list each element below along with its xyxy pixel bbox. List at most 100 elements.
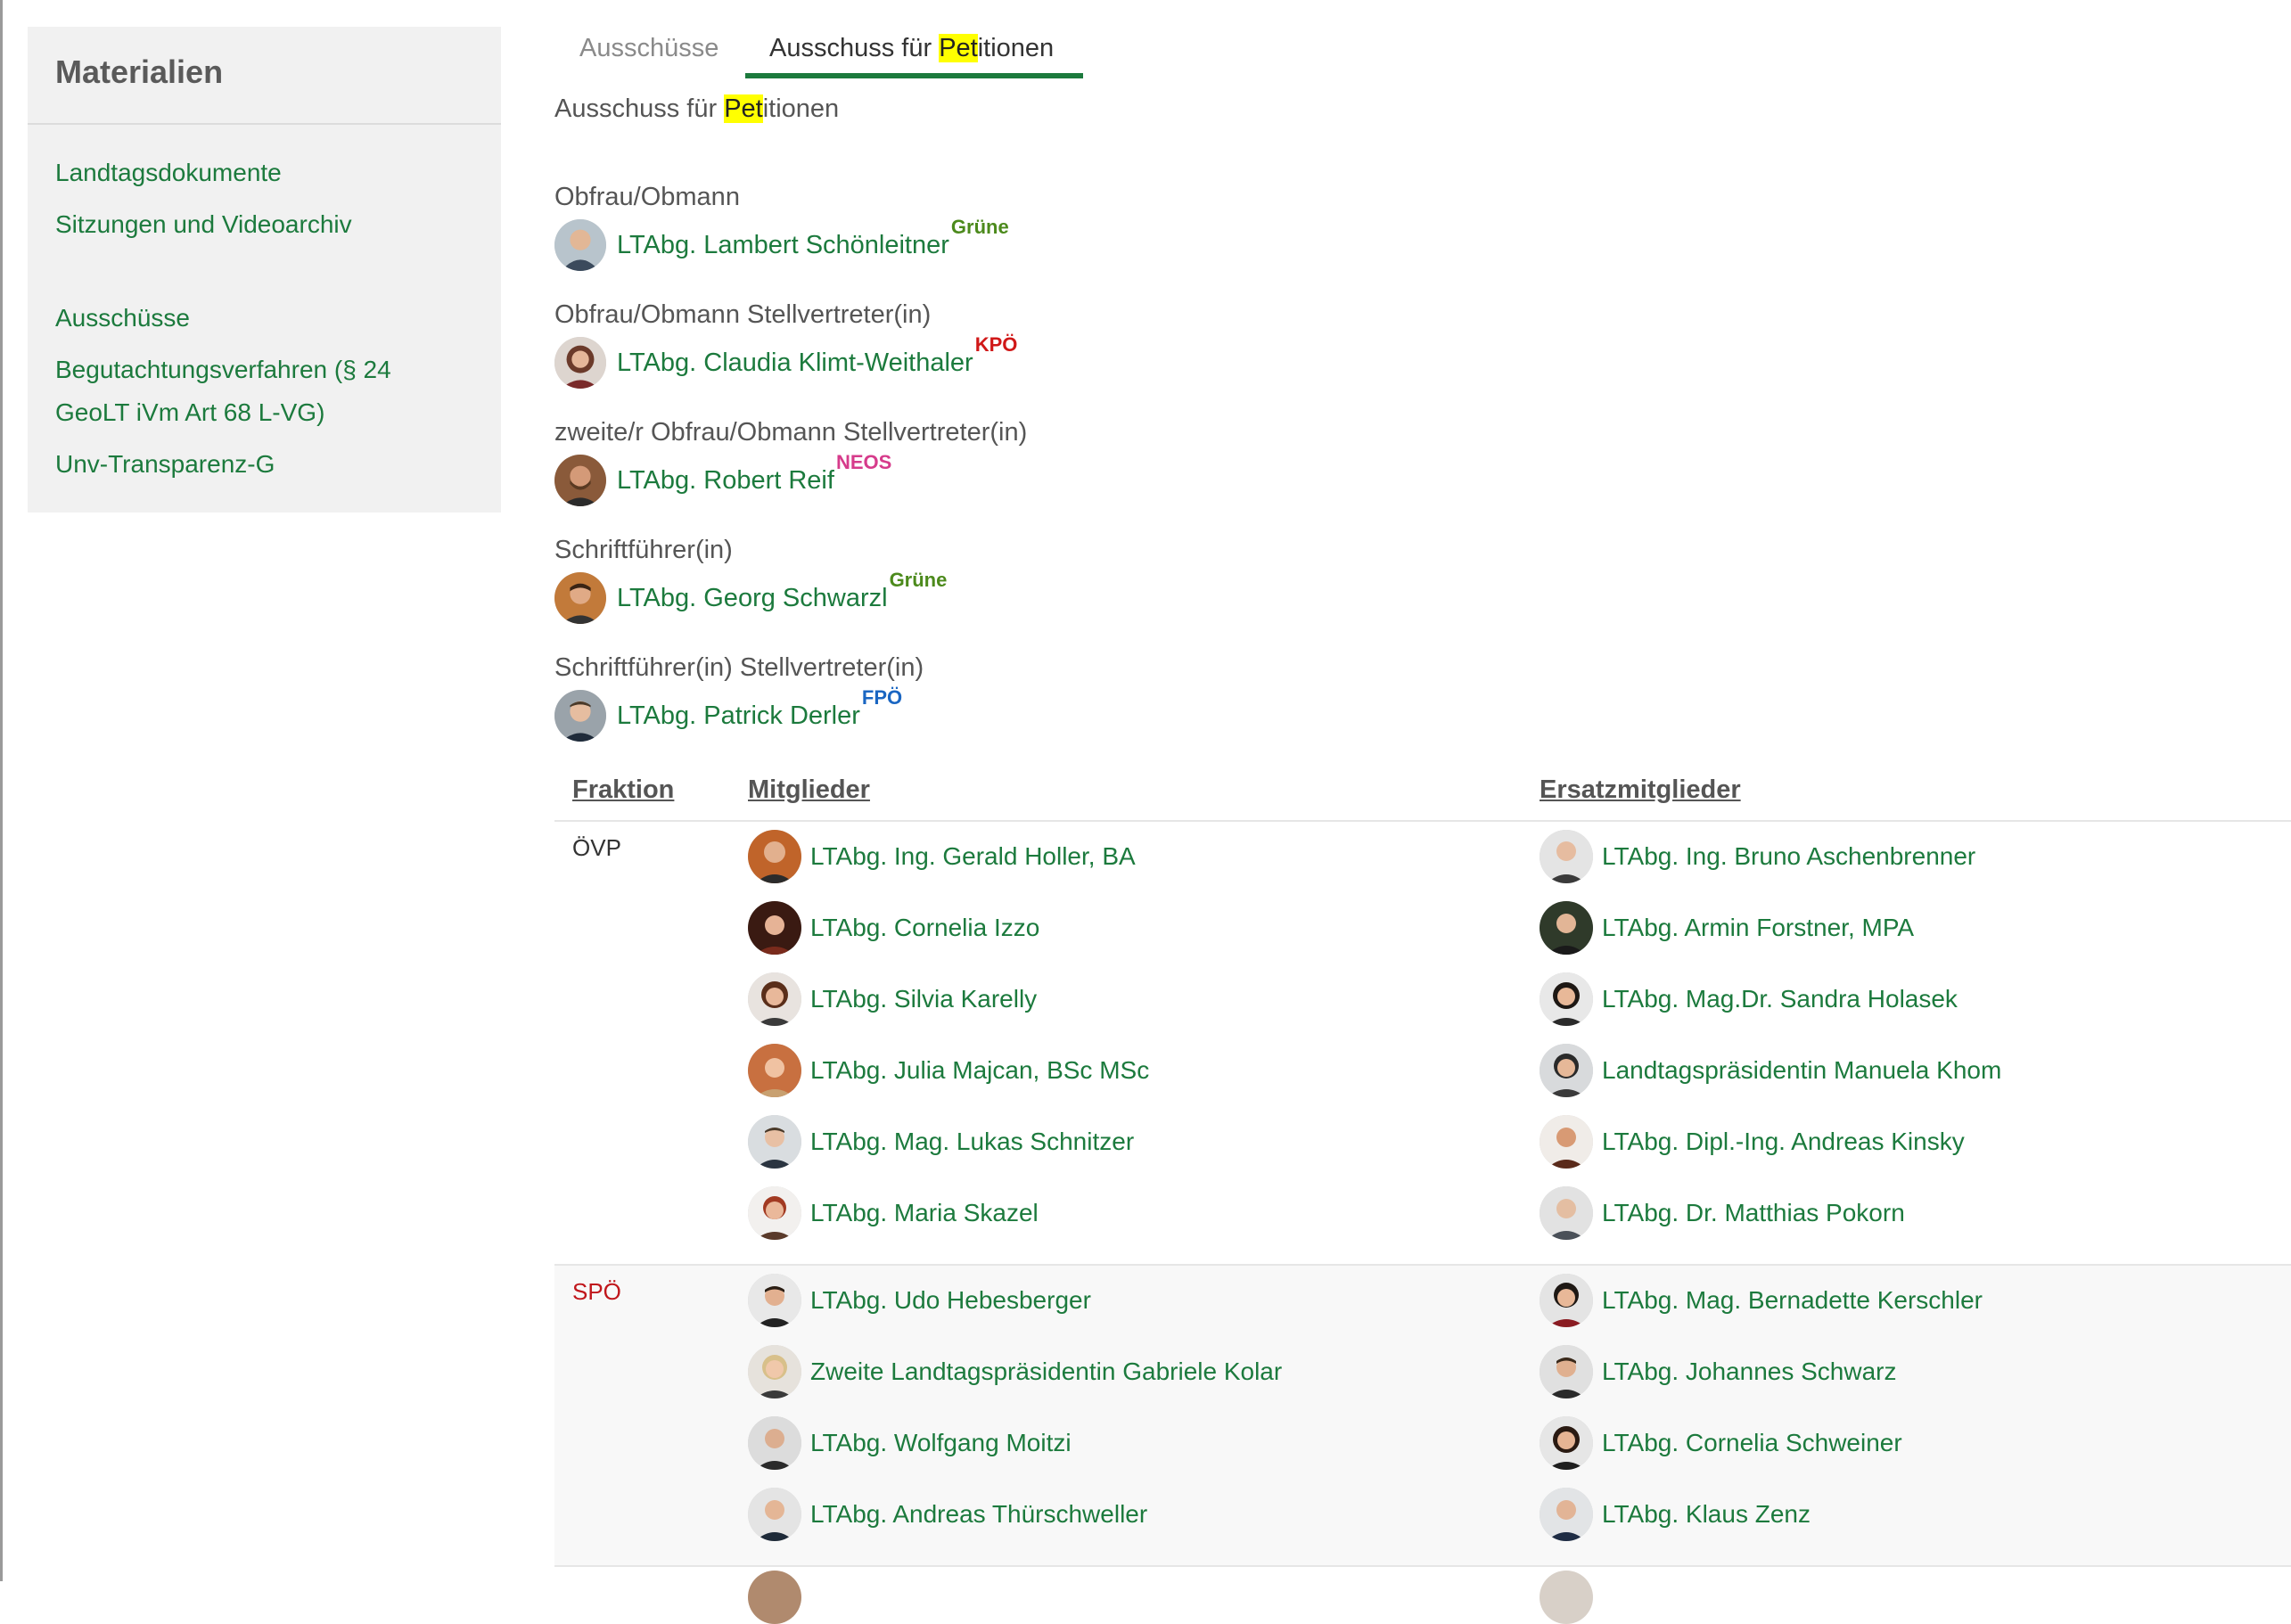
title-suffix: itionen — [762, 94, 840, 123]
member-row[interactable]: LTAbg. Mag.Dr. Sandra Holasek — [1540, 972, 1958, 1027]
official-name[interactable]: LTAbg. Lambert Schönleitner — [617, 231, 949, 260]
avatar — [748, 830, 801, 883]
sidebar-link-begutachtung[interactable]: Begutachtungsverfahren (§ 24 — [55, 349, 391, 391]
avatar — [554, 219, 606, 271]
avatar — [554, 690, 606, 742]
member-row[interactable]: LTAbg. Mag. Lukas Schnitzer — [748, 1114, 1134, 1169]
column-header-ersatzmitglieder[interactable]: Ersatzmitglieder — [1540, 775, 1741, 805]
member-row[interactable]: LTAbg. Dr. Matthias Pokorn — [1540, 1185, 1905, 1241]
avatar — [748, 1274, 801, 1327]
avatar — [1540, 1274, 1593, 1327]
official-name[interactable]: LTAbg. Patrick Derler — [617, 701, 860, 731]
member-row[interactable]: LTAbg. Klaus Zenz — [1540, 1487, 1811, 1542]
member-name[interactable]: LTAbg. Mag.Dr. Sandra Holasek — [1602, 985, 1958, 1013]
sidebar-link-landtagsdokumente[interactable]: Landtagsdokumente — [55, 152, 282, 194]
member-row[interactable]: LTAbg. Cornelia Schweiner — [1540, 1415, 1902, 1471]
tab-ausschuss-petitionen[interactable]: Ausschuss für Petitionen — [769, 34, 1054, 63]
faction-label: ÖVP — [572, 834, 621, 861]
member-name[interactable]: LTAbg. Ing. Bruno Aschenbrenner — [1602, 842, 1975, 871]
member-name[interactable]: LTAbg. Mag. Lukas Schnitzer — [810, 1128, 1134, 1156]
table-header-divider — [554, 820, 2291, 822]
member-name[interactable]: LTAbg. Silvia Karelly — [810, 985, 1037, 1013]
avatar — [1540, 901, 1593, 955]
avatar — [1540, 1044, 1593, 1097]
member-name[interactable]: LTAbg. Maria Skazel — [810, 1199, 1039, 1227]
avatar — [748, 1345, 801, 1398]
sidebar-link-begutachtung-cont[interactable]: GeoLT iVm Art 68 L-VG) — [55, 391, 324, 434]
official-obmann-stv[interactable]: LTAbg. Claudia Klimt-Weithaler KPÖ — [554, 333, 1018, 390]
member-name[interactable]: LTAbg. Cornelia Schweiner — [1602, 1429, 1902, 1457]
avatar — [748, 1416, 801, 1470]
member-name[interactable]: Landtagspräsidentin Manuela Khom — [1602, 1056, 2001, 1085]
avatar — [1540, 972, 1593, 1026]
member-name[interactable]: Zweite Landtagspräsidentin Gabriele Kola… — [810, 1357, 1282, 1386]
role-label-obmann: Obfrau/Obmann — [554, 183, 740, 211]
member-row[interactable]: Zweite Landtagspräsidentin Gabriele Kola… — [748, 1344, 1282, 1399]
member-name[interactable]: LTAbg. Udo Hebesberger — [810, 1286, 1091, 1315]
tab-label-suffix: itionen — [977, 34, 1055, 62]
member-name[interactable]: LTAbg. Wolfgang Moitzi — [810, 1429, 1072, 1457]
member-row[interactable]: LTAbg. Mag. Bernadette Kerschler — [1540, 1273, 1983, 1328]
member-name[interactable]: LTAbg. Cornelia Izzo — [810, 914, 1039, 942]
avatar — [1540, 1488, 1593, 1541]
member-row[interactable]: LTAbg. Dipl.-Ing. Andreas Kinsky — [1540, 1114, 1965, 1169]
member-name[interactable]: LTAbg. Armin Forstner, MPA — [1602, 914, 1914, 942]
official-obmann[interactable]: LTAbg. Lambert Schönleitner Grüne — [554, 216, 1009, 273]
search-highlight: Pet — [724, 94, 763, 123]
member-row[interactable]: LTAbg. Silvia Karelly — [748, 972, 1037, 1027]
title-prefix: Ausschuss für — [554, 94, 725, 123]
member-row[interactable]: LTAbg. Andreas Thürschweller — [748, 1487, 1147, 1542]
member-row[interactable]: LTAbg. Ing. Gerald Holler, BA — [748, 829, 1136, 884]
avatar — [1540, 830, 1593, 883]
faction-label: SPÖ — [572, 1278, 621, 1305]
sidebar-title: Materialien — [55, 53, 224, 90]
sidebar-link-ausschuesse[interactable]: Ausschüsse — [55, 297, 190, 340]
member-row[interactable]: LTAbg. Julia Majcan, BSc MSc — [748, 1043, 1149, 1098]
member-row[interactable]: LTAbg. Armin Forstner, MPA — [1540, 900, 1914, 956]
member-name[interactable]: LTAbg. Julia Majcan, BSc MSc — [810, 1056, 1149, 1085]
member-name[interactable]: LTAbg. Ing. Gerald Holler, BA — [810, 842, 1136, 871]
member-name[interactable]: LTAbg. Mag. Bernadette Kerschler — [1602, 1286, 1983, 1315]
member-row[interactable]: LTAbg. Udo Hebesberger — [748, 1273, 1091, 1328]
avatar — [1540, 1571, 1593, 1624]
tab-ausschuesse[interactable]: Ausschüsse — [579, 34, 719, 63]
active-tab-indicator — [745, 73, 1083, 78]
party-badge: KPÖ — [974, 333, 1018, 356]
member-row[interactable]: LTAbg. Johannes Schwarz — [1540, 1344, 1896, 1399]
official-schriftfuehrer-stv[interactable]: LTAbg. Patrick Derler FPÖ — [554, 686, 903, 743]
party-badge: Grüne — [889, 569, 948, 591]
member-row[interactable]: LTAbg. Maria Skazel — [748, 1185, 1039, 1241]
sidebar-link-unv-transparenz[interactable]: Unv-Transparenz-G — [55, 443, 275, 486]
avatar — [748, 1186, 801, 1240]
official-name[interactable]: LTAbg. Robert Reif — [617, 466, 834, 496]
avatar — [1540, 1115, 1593, 1169]
sidebar: Materialien Landtagsdokumente Sitzungen … — [28, 27, 501, 513]
member-name[interactable]: LTAbg. Dr. Matthias Pokorn — [1602, 1199, 1905, 1227]
search-highlight: Pet — [939, 34, 978, 62]
avatar — [748, 1115, 801, 1169]
column-header-mitglieder[interactable]: Mitglieder — [748, 775, 870, 805]
member-row[interactable]: Landtagspräsidentin Manuela Khom — [1540, 1043, 2001, 1098]
avatar — [1540, 1416, 1593, 1470]
member-name[interactable]: LTAbg. Klaus Zenz — [1602, 1500, 1811, 1529]
role-label-schriftfuehrer: Schriftführer(in) — [554, 536, 733, 564]
member-name[interactable]: LTAbg. Dipl.-Ing. Andreas Kinsky — [1602, 1128, 1965, 1156]
party-badge: FPÖ — [861, 686, 903, 709]
official-name[interactable]: LTAbg. Georg Schwarzl — [617, 584, 888, 613]
member-name[interactable]: LTAbg. Johannes Schwarz — [1602, 1357, 1896, 1386]
member-name[interactable]: LTAbg. Andreas Thürschweller — [810, 1500, 1147, 1529]
official-name[interactable]: LTAbg. Claudia Klimt-Weithaler — [617, 349, 973, 378]
member-row[interactable]: LTAbg. Wolfgang Moitzi — [748, 1415, 1072, 1471]
avatar — [554, 455, 606, 506]
sidebar-link-sitzungen[interactable]: Sitzungen und Videoarchiv — [55, 203, 352, 246]
avatar — [1540, 1345, 1593, 1398]
avatar — [748, 1571, 801, 1624]
member-row[interactable]: LTAbg. Cornelia Izzo — [748, 900, 1039, 956]
avatar — [748, 1488, 801, 1541]
party-badge: Grüne — [950, 216, 1009, 238]
member-row[interactable]: LTAbg. Ing. Bruno Aschenbrenner — [1540, 829, 1975, 884]
avatar — [554, 572, 606, 624]
column-header-fraktion[interactable]: Fraktion — [572, 775, 674, 805]
official-schriftfuehrer[interactable]: LTAbg. Georg Schwarzl Grüne — [554, 569, 948, 626]
official-zweite-stv[interactable]: LTAbg. Robert Reif NEOS — [554, 451, 891, 508]
